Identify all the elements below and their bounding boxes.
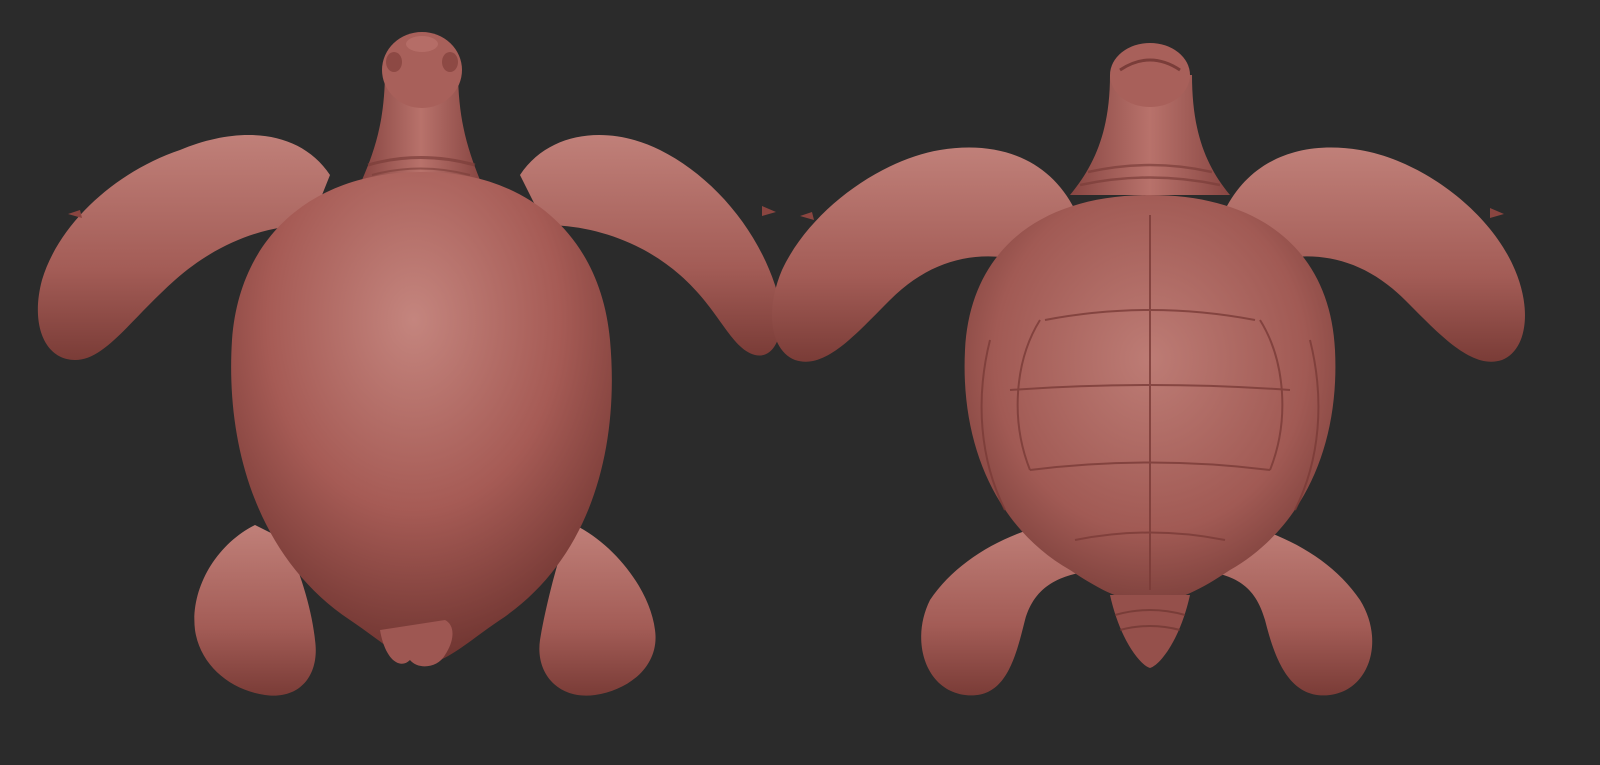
eye-right <box>442 52 458 72</box>
eye-left <box>386 52 402 72</box>
sculpt-viewport <box>0 0 1600 765</box>
snout <box>406 36 438 52</box>
turtle-dorsal-view <box>37 32 782 696</box>
head-ventral <box>1110 43 1190 107</box>
tail-ventral <box>1110 595 1190 668</box>
front-right-claw-ventral <box>1490 208 1504 218</box>
turtle-ventral-view <box>772 43 1525 696</box>
front-left-claw <box>68 210 82 218</box>
turtle-sculpt-render <box>37 32 1525 696</box>
front-left-claw-ventral <box>800 212 814 220</box>
front-right-claw <box>762 206 776 216</box>
